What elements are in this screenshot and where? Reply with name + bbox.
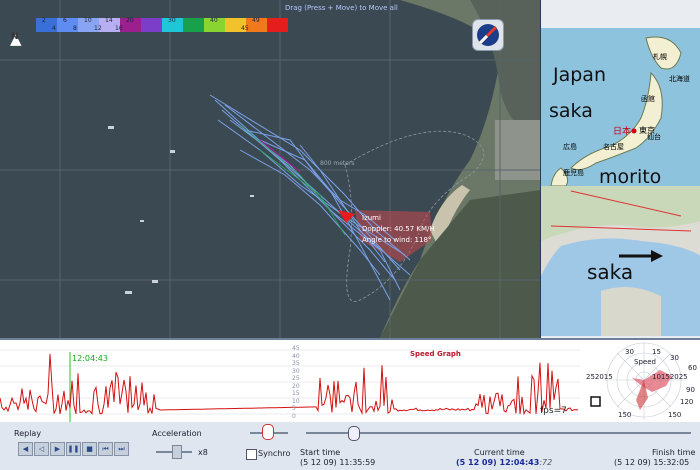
current-time-clock: 12:04:43 xyxy=(499,458,540,467)
legend-label: 16 xyxy=(115,25,123,32)
graph-y-tick: 0 xyxy=(292,412,296,420)
pause-button[interactable]: ❚❚ xyxy=(66,442,81,456)
rider-doppler: Doppler: 40.57 KM/H xyxy=(362,225,435,233)
legend-label: 2 xyxy=(42,17,46,24)
graph-y-tick: 10 xyxy=(292,397,300,405)
graph-y-tick: 20 xyxy=(292,382,300,390)
speed-graph[interactable]: 12:04:43 Speed Graph 45 40 35 30 25 20 15 10 5 0 … xyxy=(0,338,583,424)
scale-label: 800 meters xyxy=(320,160,355,167)
legend-label: 40 xyxy=(210,17,218,24)
polar-label: 150 xyxy=(668,411,682,419)
rider-name: Izumi xyxy=(362,214,381,222)
city-hakodate: 函館 xyxy=(641,95,655,103)
rider-angle: Angle to wind: 118° xyxy=(362,236,432,244)
drag-hint: Drag (Press + Move) to Move all xyxy=(285,4,398,12)
start-time-label: Start time xyxy=(300,448,341,457)
timeline-slider[interactable] xyxy=(306,432,691,434)
current-time-label: Current time xyxy=(474,448,525,457)
polar-label: 150 xyxy=(618,411,632,419)
polar-label: 10152025 xyxy=(652,373,688,381)
city-kagoshima: 鹿児島 xyxy=(563,169,584,177)
japan-label: Japan xyxy=(553,64,606,86)
regional-map: saka xyxy=(541,186,700,336)
legend-label: 14 xyxy=(105,17,113,24)
rider-info: Izumi Doppler: 40.57 KM/H Angle to wind:… xyxy=(362,213,435,246)
acceleration-label: Acceleration xyxy=(152,429,202,438)
satellite-imagery xyxy=(0,0,540,338)
graph-y-tick: 45 xyxy=(292,345,300,352)
legend-labels: 2 6 10 14 20 30 40 49 4 8 12 16 45 xyxy=(36,17,260,37)
speed-graph-plot xyxy=(0,349,580,424)
saka-label-bottom: saka xyxy=(587,260,634,284)
acceleration-slider-thumb[interactable] xyxy=(172,445,182,459)
forward-button[interactable]: ⏭ xyxy=(114,442,129,456)
acceleration-value: x8 xyxy=(198,448,208,457)
timeline-slider-thumb[interactable] xyxy=(348,426,360,441)
graph-cursor-time: 12:04:43 xyxy=(72,354,108,363)
synchro-checkbox[interactable] xyxy=(246,449,257,460)
legend-label: 4 xyxy=(52,25,56,32)
current-time-value: (5 12 09) 12:04:43:72 xyxy=(456,458,552,467)
japan-kanji: 日本 xyxy=(613,127,632,137)
city-tokyo: 東京 xyxy=(639,126,655,135)
graph-y-tick: 35 xyxy=(292,360,300,367)
region-hokkaido: 北海道 xyxy=(669,75,690,83)
legend-label: 6 xyxy=(63,17,67,24)
legend-label: 8 xyxy=(73,25,77,32)
play-button[interactable]: ▶ xyxy=(50,442,65,456)
city-nagoya: 名古屋 xyxy=(603,143,624,151)
reverse-play-button[interactable]: ◁ xyxy=(34,442,49,456)
compass-button[interactable] xyxy=(472,19,504,51)
polar-label: 90 xyxy=(686,386,695,394)
polar-speed-label: Speed xyxy=(634,358,656,366)
graph-y-tick: 15 xyxy=(292,390,300,397)
start-time-value: (5 12 09) 11:35:59 xyxy=(300,458,376,467)
compass-needle-icon xyxy=(477,24,499,46)
polar-label: 15 xyxy=(652,348,661,356)
finish-time-value: (5 12 09) 15:32:05 xyxy=(614,458,690,467)
replay-controls: Replay ◀ ◁ ▶ ❚❚ ■ ⏮ ⏭ Acceleration x8 Sy… xyxy=(0,422,700,470)
legend-label: 12 xyxy=(94,25,102,32)
rewind-button[interactable]: ⏮ xyxy=(98,442,113,456)
gps-tracks xyxy=(209,94,411,301)
polar-label: 120 xyxy=(680,398,694,406)
fps-readout: fps=7 xyxy=(540,406,567,416)
north-arrow-icon: ▲ N xyxy=(10,30,22,48)
legend-label: 30 xyxy=(168,17,176,24)
synchro-label: Synchro xyxy=(258,449,291,458)
morito-label: morito xyxy=(599,166,662,186)
stop-button[interactable]: ■ xyxy=(82,442,97,456)
polar-label: 252015 xyxy=(586,373,613,381)
current-time-date: (5 12 09) xyxy=(456,458,497,467)
polar-marker xyxy=(590,396,601,407)
location-maps-panel: Japan saka morito 札幌 函館 仙台 日本 東京 広島 名古屋 … xyxy=(540,0,700,338)
satellite-map-view[interactable]: 2 6 10 14 20 30 40 49 4 8 12 16 45 Drag (Press + Mov… xyxy=(0,0,540,338)
graph-y-tick: 30 xyxy=(292,367,300,375)
legend-label: 10 xyxy=(84,17,92,24)
legend-label: 20 xyxy=(126,17,134,24)
polar-label: 60 xyxy=(688,364,697,372)
graph-y-tick: 40 xyxy=(292,352,300,360)
finish-time-label: Finish time xyxy=(652,448,696,457)
polar-label: 30 xyxy=(625,348,634,356)
polar-speed-chart: 30 15 30 252015 10152025 60 90 120 150 1… xyxy=(582,338,700,424)
graph-y-tick: 25 xyxy=(292,375,300,382)
legend-label: 49 xyxy=(252,17,260,24)
graph-title: Speed Graph xyxy=(410,350,461,358)
replay-label: Replay xyxy=(14,429,42,438)
step-back-button[interactable]: ◀ xyxy=(18,442,33,456)
graph-y-tick: 5 xyxy=(292,405,296,412)
saka-label-top: saka xyxy=(549,100,593,122)
current-time-sub: :72 xyxy=(539,458,553,467)
city-sapporo: 札幌 xyxy=(653,53,667,61)
japan-overview-map: Japan saka morito 札幌 函館 仙台 日本 東京 広島 名古屋 … xyxy=(541,28,700,186)
legend-swatch xyxy=(267,18,288,32)
polar-label: 30 xyxy=(670,354,679,362)
sync-slider-thumb[interactable] xyxy=(262,424,274,440)
city-hiroshima: 広島 xyxy=(563,143,577,151)
legend-label: 45 xyxy=(241,25,249,32)
